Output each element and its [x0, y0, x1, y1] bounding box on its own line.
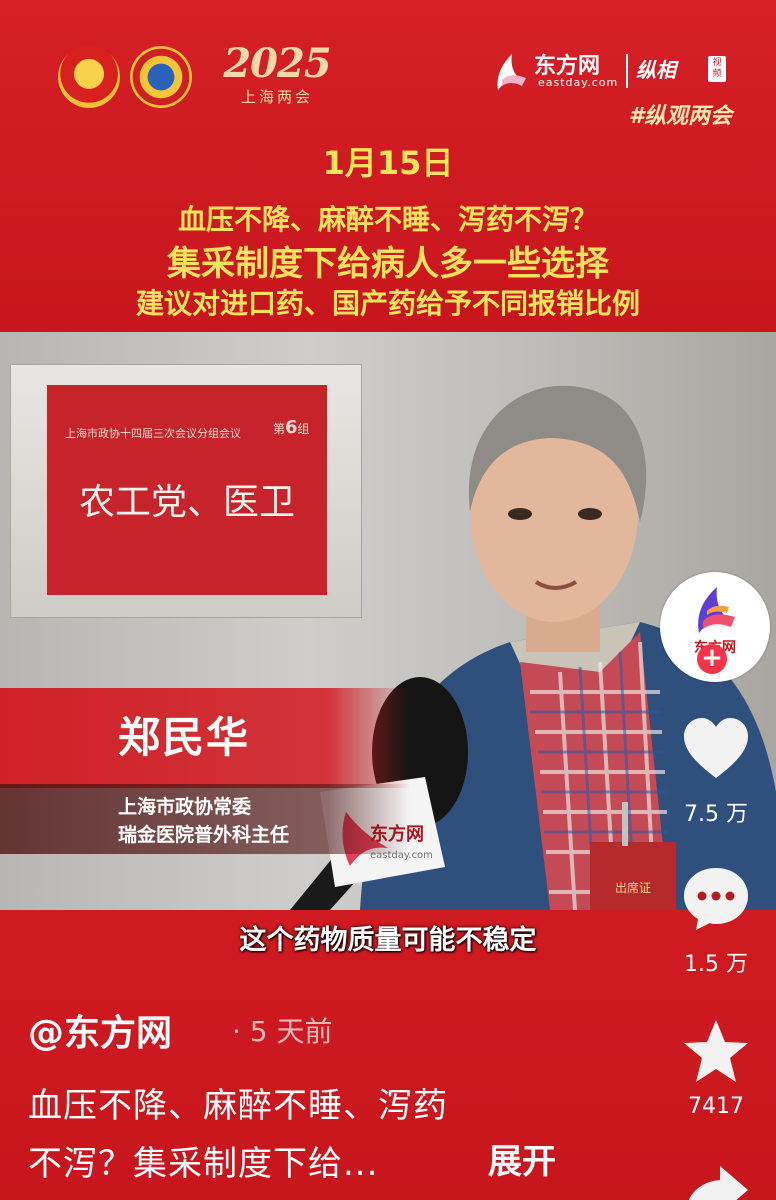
share-icon[interactable]: [680, 1158, 752, 1200]
cppcc-emblem-icon: [130, 46, 192, 108]
news-date: 1月15日: [322, 144, 454, 182]
comment-icon[interactable]: [680, 862, 752, 934]
event-logo: 2025 上海两会: [222, 42, 332, 107]
brand-logo: 东方网 eastday.com 纵相 视频: [494, 48, 734, 98]
author-handle[interactable]: @东方网: [28, 1004, 172, 1056]
brand-divider: [626, 54, 628, 88]
plaque-group-number: 6: [285, 417, 298, 438]
header-banner: 2025 上海两会 东方网 eastday.com 纵相 视频 #纵观两会 1月…: [0, 0, 776, 330]
description-line-1: 血压不降、麻醉不睡、泻药: [28, 1086, 448, 1126]
eastday-logo-icon: [497, 54, 526, 90]
interviewee-role-2: 瑞金医院普外科主任: [118, 824, 290, 846]
follow-button[interactable]: +: [697, 644, 727, 674]
description-line-2: 不泻？集采制度下给...: [28, 1144, 379, 1184]
video-page: 2025 上海两会 东方网 eastday.com 纵相 视频 #纵观两会 1月…: [0, 0, 776, 1200]
expand-button[interactable]: 展开: [488, 1134, 556, 1183]
interviewee-name: 郑民华: [118, 713, 251, 762]
interviewee-role-1: 上海市政协常委: [118, 796, 252, 818]
attendance-badge-text: 出席证: [615, 880, 651, 895]
event-year: 2025: [223, 40, 331, 87]
avatar-logo-icon: [698, 587, 735, 633]
room-plaque: 上海市政协十四届三次会议分组会议 第6组 农工党、医卫: [10, 364, 362, 618]
hashtag-label: #纵观两会: [628, 104, 732, 129]
plaque-title: 农工党、医卫: [78, 482, 295, 523]
like-count: 7.5 万: [684, 802, 748, 827]
event-name: 上海两会: [240, 88, 313, 106]
brand-video-tag: 视频: [708, 56, 726, 82]
plaque-meeting-label: 上海市政协十四届三次会议分组会议: [65, 427, 241, 440]
plaque-group-prefix: 第: [273, 422, 286, 436]
national-emblem-icon: [58, 46, 120, 108]
plaque-group: 第6组: [273, 417, 310, 438]
comment-count: 1.5 万: [684, 952, 748, 977]
brand-sub-name: 纵相: [636, 58, 676, 82]
like-heart-icon[interactable]: [680, 714, 752, 786]
headline-line-2: 集采制度下给病人多一些选择: [167, 244, 609, 284]
room-plaque-sign: 上海市政协十四届三次会议分组会议 第6组 农工党、医卫: [47, 385, 327, 595]
plaque-meeting-text: 上海市政协十四届三次会议分组会议: [65, 425, 241, 441]
favorite-star-icon[interactable]: [680, 1016, 752, 1088]
headline-line-1: 血压不降、麻醉不睡、泻药不泻？: [177, 203, 598, 236]
post-time: · 5 天前: [232, 1015, 333, 1048]
plaque-group-suffix: 组: [297, 422, 310, 436]
headline-line-3: 建议对进口药、国产药给予不同报销比例: [135, 287, 640, 320]
favorite-count: 7417: [688, 1094, 744, 1119]
brand-domain: eastday.com: [538, 76, 619, 89]
